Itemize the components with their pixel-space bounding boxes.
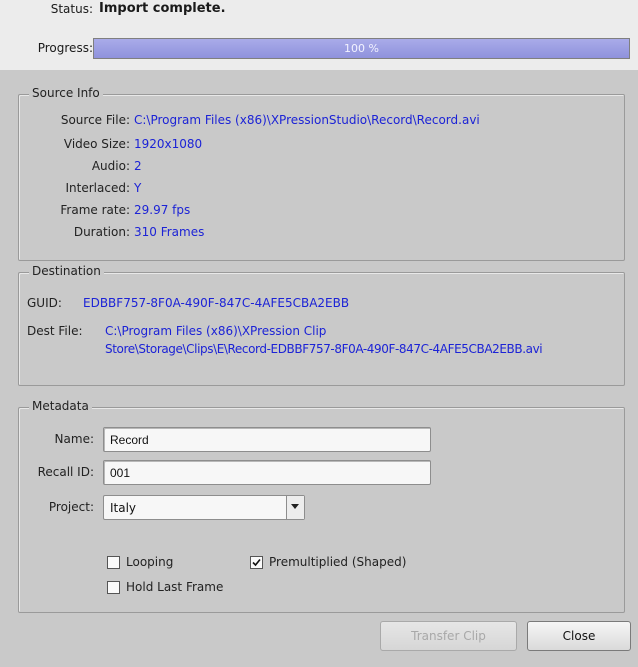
- close-button[interactable]: Close: [527, 621, 631, 651]
- premultiplied-checkbox-row[interactable]: Premultiplied (Shaped): [250, 555, 430, 571]
- metadata-group: Metadata Name: Recall ID: Project: Italy…: [18, 399, 625, 613]
- dest-file-value-line2: Store\Storage\Clips\E\Record-EDBBF757-8F…: [105, 342, 543, 356]
- clip-import-dialog-body: Source Info Source File: C:\Program File…: [0, 70, 638, 667]
- status-value: Import complete.: [99, 1, 226, 16]
- progress-text: 100 %: [344, 42, 379, 55]
- hold-last-frame-label: Hold Last Frame: [126, 580, 224, 594]
- guid-label: GUID:: [27, 296, 62, 310]
- dest-file-value-line1: C:\Program Files (x86)\XPression Clip: [105, 324, 327, 338]
- audio-label: Audio:: [91, 159, 130, 173]
- recall-id-input[interactable]: [103, 460, 431, 485]
- project-label: Project:: [48, 500, 94, 514]
- name-input[interactable]: [103, 427, 431, 452]
- audio-value: 2: [134, 159, 142, 173]
- name-label: Name:: [54, 432, 94, 446]
- premultiplied-label: Premultiplied (Shaped): [269, 555, 407, 569]
- looping-label: Looping: [126, 555, 174, 569]
- destination-group: Destination GUID: EDBBF757-8F0A-490F-847…: [18, 264, 625, 386]
- looping-checkbox-row[interactable]: Looping: [107, 555, 197, 571]
- hold-last-frame-checkbox[interactable]: [107, 581, 120, 594]
- source-file-label: Source File:: [60, 113, 130, 127]
- hold-last-frame-checkbox-row[interactable]: Hold Last Frame: [107, 580, 237, 596]
- source-info-title: Source Info: [29, 86, 103, 100]
- source-file-value: C:\Program Files (x86)\XPressionStudio\R…: [134, 113, 480, 127]
- recall-id-label: Recall ID:: [37, 465, 94, 479]
- transfer-clip-button[interactable]: Transfer Clip: [380, 621, 517, 651]
- project-value: Italy: [110, 501, 137, 515]
- progress-bar: 100 %: [93, 38, 630, 59]
- duration-value: 310 Frames: [134, 225, 205, 239]
- source-info-group: Source Info Source File: C:\Program File…: [18, 86, 625, 261]
- premultiplied-checkbox[interactable]: [250, 556, 263, 569]
- frame-rate-value: 29.97 fps: [134, 203, 191, 217]
- guid-value: EDBBF757-8F0A-490F-847C-4AFE5CBA2EBB: [83, 296, 350, 310]
- interlaced-label: Interlaced:: [65, 181, 131, 195]
- duration-label: Duration:: [73, 225, 130, 239]
- video-size-value: 1920x1080: [134, 137, 203, 151]
- metadata-title: Metadata: [29, 399, 92, 413]
- status-label: Status:: [50, 2, 93, 16]
- video-size-label: Video Size:: [63, 137, 130, 151]
- dest-file-label: Dest File:: [27, 324, 83, 338]
- project-select[interactable]: Italy: [103, 495, 305, 520]
- interlaced-value: Y: [134, 181, 142, 195]
- dropdown-arrow-icon[interactable]: [286, 496, 304, 519]
- frame-rate-label: Frame rate:: [60, 203, 130, 217]
- progress-label: Progress:: [37, 41, 93, 55]
- status-panel: Status: Import complete. Progress: 100 %: [0, 0, 638, 70]
- looping-checkbox[interactable]: [107, 556, 120, 569]
- destination-title: Destination: [29, 264, 104, 278]
